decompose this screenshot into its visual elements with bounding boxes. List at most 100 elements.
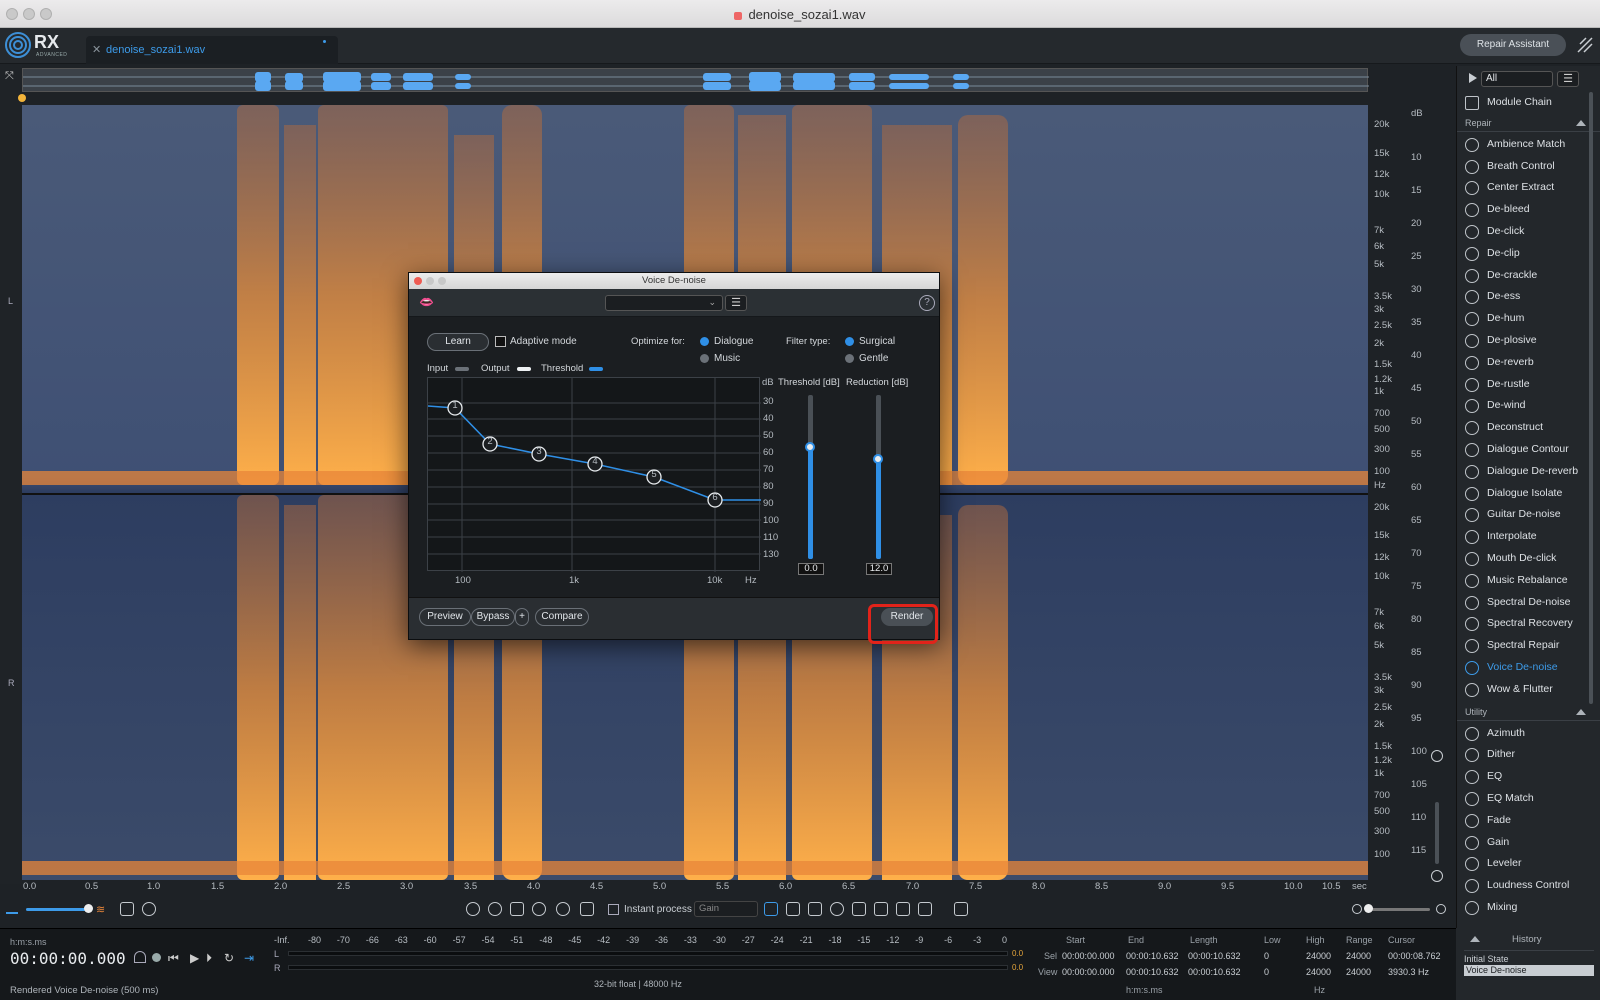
view-low[interactable]: 0 [1264, 967, 1269, 977]
horizontal-zoom-in-icon[interactable] [1436, 904, 1446, 914]
node-label[interactable]: 3 [535, 446, 543, 457]
module-item-ambience-match[interactable]: Ambience Match [1457, 134, 1600, 156]
threshold-value-field[interactable]: 0.0 [798, 563, 824, 575]
rect-selection-tool-icon[interactable] [786, 902, 800, 916]
blend-slider-knob[interactable] [84, 904, 93, 913]
module-item-dialogue-contour[interactable]: Dialogue Contour [1457, 439, 1600, 461]
module-item-dither[interactable]: Dither [1457, 744, 1600, 766]
node-label[interactable]: 6 [711, 492, 719, 503]
legend-output-swatch[interactable] [517, 367, 531, 371]
surgical-radio[interactable] [845, 337, 854, 346]
peak-right-value[interactable]: 0.0 [1012, 963, 1023, 972]
lasso-tool-icon[interactable] [830, 902, 844, 916]
instant-process-checkbox[interactable] [608, 904, 619, 915]
module-item-guitar-de-noise[interactable]: Guitar De-noise [1457, 504, 1600, 526]
instant-process-mode-select[interactable]: Gain [694, 901, 758, 917]
horizontal-zoom-out-icon[interactable] [1352, 904, 1362, 914]
sidebar-scrollbar[interactable] [1589, 92, 1593, 704]
music-radio[interactable] [700, 354, 709, 363]
bypass-add-button[interactable]: + [515, 608, 529, 626]
markers-icon[interactable] [120, 902, 134, 916]
zoom-selection-icon[interactable] [510, 902, 524, 916]
node-label[interactable]: 1 [451, 400, 459, 411]
module-item-music-rebalance[interactable]: Music Rebalance [1457, 570, 1600, 592]
time-selection-tool-icon[interactable] [764, 902, 778, 916]
learn-button[interactable]: Learn [427, 333, 489, 351]
module-item-de-hum[interactable]: De-hum [1457, 308, 1600, 330]
dialog-close-button[interactable] [414, 277, 422, 285]
zoom-in-icon[interactable] [466, 902, 480, 916]
play-selection-button[interactable]: ⏵ [206, 951, 212, 966]
pencil-tool-icon[interactable] [918, 902, 932, 916]
sidebar-menu-icon[interactable]: ☰ [1557, 71, 1579, 87]
play-chain-icon[interactable] [1469, 73, 1477, 83]
legend-threshold-swatch[interactable] [589, 367, 603, 371]
module-item-interpolate[interactable]: Interpolate [1457, 526, 1600, 548]
playhead-marker-icon[interactable] [18, 94, 26, 102]
module-item-spectral-recovery[interactable]: Spectral Recovery [1457, 613, 1600, 635]
module-item-de-bleed[interactable]: De-bleed [1457, 199, 1600, 221]
module-filter-select[interactable]: All [1481, 71, 1553, 87]
horizontal-zoom-slider[interactable] [1366, 908, 1430, 911]
module-item-gain[interactable]: Gain [1457, 832, 1600, 854]
close-tab-icon[interactable]: ✕ [92, 43, 101, 56]
module-item-de-reverb[interactable]: De-reverb [1457, 352, 1600, 374]
repair-assistant-button[interactable]: Repair Assistant [1460, 34, 1566, 56]
dialogue-radio[interactable] [700, 337, 709, 346]
dialog-zoom-button[interactable] [438, 277, 446, 285]
skip-back-button[interactable]: ⏮ [168, 951, 179, 966]
zoom-out-vertical-icon[interactable] [1431, 870, 1443, 882]
module-item-eq-match[interactable]: EQ Match [1457, 788, 1600, 810]
spectrogram-blend-slider[interactable] [26, 908, 92, 911]
history-item-selected[interactable]: Voice De-noise [1464, 965, 1594, 976]
preview-button[interactable]: Preview [419, 608, 471, 626]
module-item-de-click[interactable]: De-click [1457, 221, 1600, 243]
reduction-slider-knob[interactable] [873, 453, 883, 464]
view-length[interactable]: 00:00:10.632 [1188, 967, 1241, 977]
sel-length[interactable]: 00:00:10.632 [1188, 951, 1241, 961]
module-item-de-rustle[interactable]: De-rustle [1457, 374, 1600, 396]
magnify-tool-icon[interactable] [556, 902, 570, 916]
history-item[interactable]: Initial State [1464, 954, 1594, 965]
compare-button[interactable]: Compare [535, 608, 589, 626]
loop-button[interactable]: ↻ [224, 951, 234, 965]
view-range[interactable]: 24000 [1346, 967, 1371, 977]
connect-icon[interactable] [1574, 34, 1596, 56]
help-icon[interactable]: ? [919, 295, 935, 311]
module-item-dialogue-de-reverb[interactable]: Dialogue De-reverb [1457, 461, 1600, 483]
brush-tool-icon[interactable] [852, 902, 866, 916]
module-item-dialogue-isolate[interactable]: Dialogue Isolate [1457, 483, 1600, 505]
noise-threshold-graph[interactable]: 1 2 3 4 5 6 [427, 377, 761, 572]
node-label[interactable]: 2 [486, 436, 494, 447]
preset-menu-icon[interactable]: ☰ [725, 295, 747, 311]
sel-high[interactable]: 24000 [1306, 951, 1331, 961]
module-item-mouth-de-click[interactable]: Mouth De-click [1457, 548, 1600, 570]
module-item-voice-de-noise[interactable]: Voice De-noise [1457, 657, 1600, 679]
module-item-loudness-control[interactable]: Loudness Control [1457, 875, 1600, 897]
harmonic-selection-icon[interactable] [896, 902, 910, 916]
module-item-spectral-de-noise[interactable]: Spectral De-noise [1457, 592, 1600, 614]
hand-tool-icon[interactable] [580, 902, 594, 916]
view-high[interactable]: 24000 [1306, 967, 1331, 977]
waveform-overview[interactable] [22, 68, 1369, 92]
spectrogram-view-icon[interactable]: ≋ [96, 903, 110, 916]
module-item-wow-flutter[interactable]: Wow & Flutter [1457, 679, 1600, 701]
module-item-deconstruct[interactable]: Deconstruct [1457, 417, 1600, 439]
module-chain-item[interactable]: Module Chain [1457, 92, 1600, 114]
module-item-azimuth[interactable]: Azimuth [1457, 723, 1600, 745]
module-item-eq[interactable]: EQ [1457, 766, 1600, 788]
node-label[interactable]: 4 [591, 456, 599, 467]
zoom-in-vertical-icon[interactable] [1431, 750, 1443, 762]
view-start[interactable]: 00:00:00.000 [1062, 967, 1115, 977]
gain-envelope-icon[interactable] [954, 902, 968, 916]
record-button[interactable] [152, 953, 161, 962]
sel-low[interactable]: 0 [1264, 951, 1269, 961]
history-collapse-icon[interactable] [1470, 936, 1480, 942]
module-item-breath-control[interactable]: Breath Control [1457, 156, 1600, 178]
peak-left-value[interactable]: 0.0 [1012, 949, 1023, 958]
module-item-de-ess[interactable]: De-ess [1457, 286, 1600, 308]
bypass-button[interactable]: Bypass [471, 608, 515, 626]
dialog-minimize-button[interactable] [426, 277, 434, 285]
time-format-label[interactable]: h:m:s.ms [10, 937, 47, 947]
comments-icon[interactable] [142, 902, 156, 916]
